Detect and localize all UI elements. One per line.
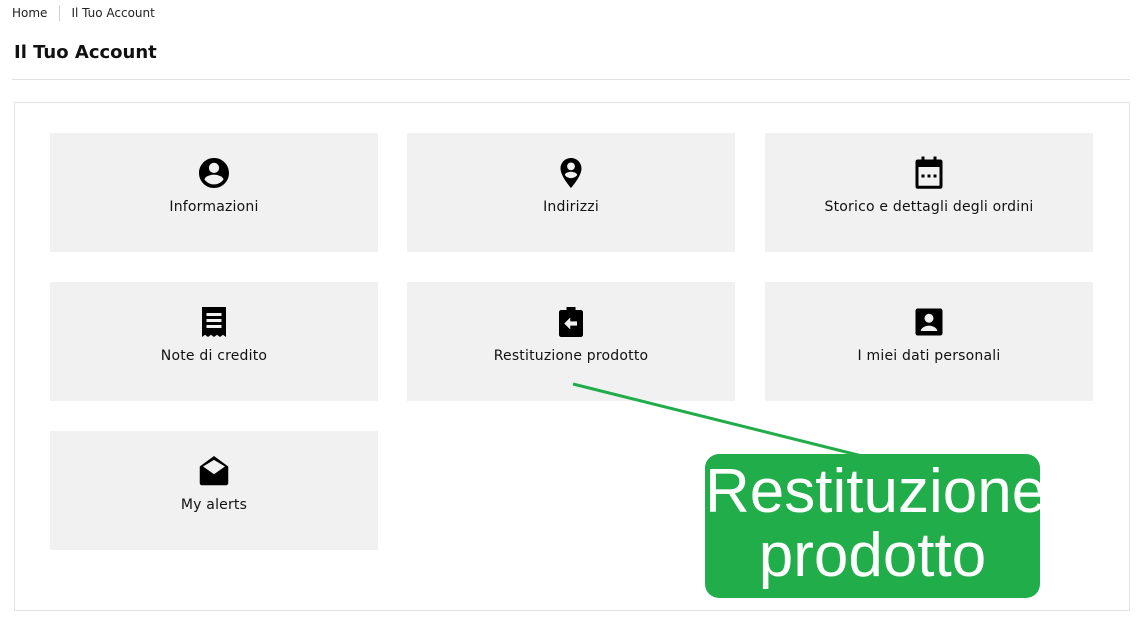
breadcrumb-home-link[interactable]: Home xyxy=(12,6,47,20)
breadcrumb-current: Il Tuo Account xyxy=(71,6,155,20)
calendar-icon xyxy=(911,155,947,191)
open-envelope-icon xyxy=(196,453,232,489)
callout-annotation: Restituzione prodotto xyxy=(705,454,1047,598)
tile-my-alerts[interactable]: My alerts xyxy=(50,431,378,550)
clipboard-return-icon xyxy=(553,304,589,340)
location-pin-icon xyxy=(553,155,589,191)
tile-label: Note di credito xyxy=(160,348,268,364)
tile-label: My alerts xyxy=(180,497,248,513)
callout-line-1: Restituzione xyxy=(705,457,1047,526)
tile-label: Storico e dettagli degli ordini xyxy=(824,199,1034,215)
tile-storico-ordini[interactable]: Storico e dettagli degli ordini xyxy=(765,133,1093,252)
contact-card-icon xyxy=(911,304,947,340)
receipt-icon xyxy=(196,304,232,340)
breadcrumb: Home Il Tuo Account xyxy=(12,5,155,21)
page-title: Il Tuo Account xyxy=(14,42,157,63)
tile-label: Indirizzi xyxy=(543,199,599,215)
breadcrumb-separator xyxy=(59,5,61,21)
tile-label: I miei dati personali xyxy=(857,348,1001,364)
tile-indirizzi[interactable]: Indirizzi xyxy=(407,133,735,252)
account-page: Home Il Tuo Account Il Tuo Account Infor… xyxy=(0,0,1141,627)
title-divider xyxy=(12,79,1130,80)
tile-informazioni[interactable]: Informazioni xyxy=(50,133,378,252)
tile-restituzione-prodotto[interactable]: Restituzione prodotto xyxy=(407,282,735,401)
tile-note-di-credito[interactable]: Note di credito xyxy=(50,282,378,401)
callout-line-2: prodotto xyxy=(758,521,987,590)
tile-label: Informazioni xyxy=(169,199,259,215)
account-circle-icon xyxy=(196,155,232,191)
tile-dati-personali[interactable]: I miei dati personali xyxy=(765,282,1093,401)
tile-label: Restituzione prodotto xyxy=(493,348,649,364)
